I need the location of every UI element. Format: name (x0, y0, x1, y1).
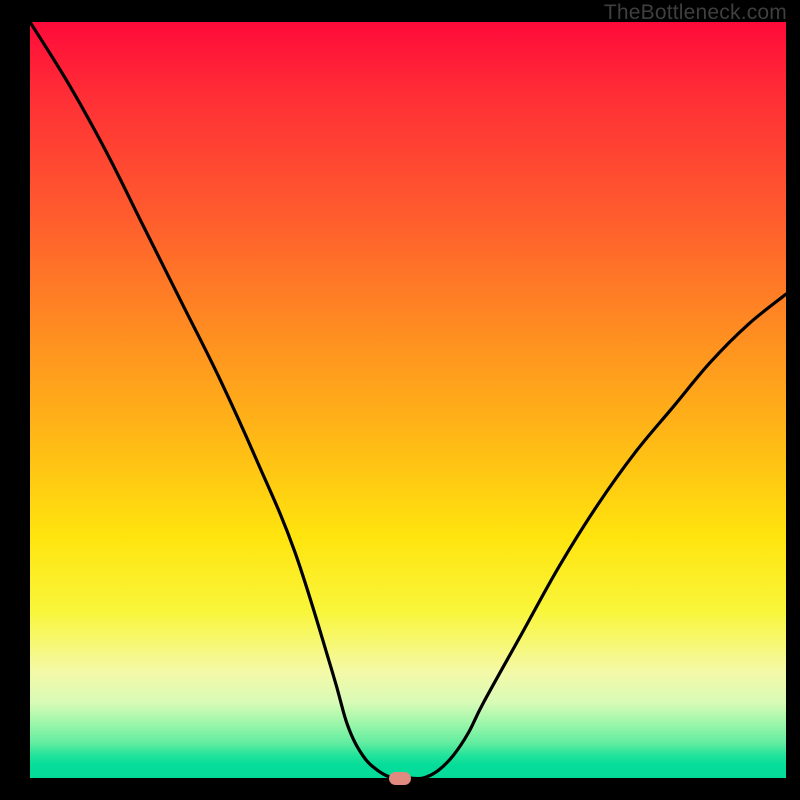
chart-frame: TheBottleneck.com (0, 0, 800, 800)
curve-svg (30, 22, 786, 778)
watermark-text: TheBottleneck.com (604, 1, 787, 25)
optimal-marker (389, 772, 411, 785)
bottleneck-curve-path (30, 22, 786, 778)
plot-area (30, 22, 786, 778)
